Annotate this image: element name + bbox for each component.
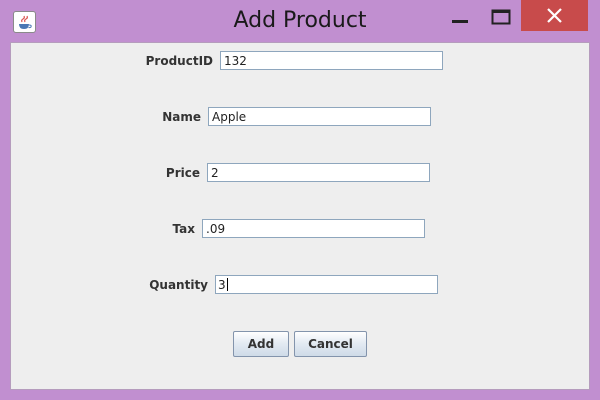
maximize-button[interactable] <box>482 0 520 32</box>
name-field[interactable]: Apple <box>208 107 431 126</box>
tax-field[interactable]: .09 <box>202 219 425 238</box>
close-icon <box>547 8 562 23</box>
name-label: Name <box>162 110 201 124</box>
quantity-value: 3 <box>218 278 226 292</box>
cancel-button[interactable]: Cancel <box>294 331 367 357</box>
productid-field[interactable]: 132 <box>220 51 443 70</box>
quantity-field[interactable]: 3 <box>215 275 438 294</box>
minimize-icon <box>452 20 468 23</box>
form-panel: ProductID 132 Name Apple Price 2 Tax .09… <box>10 42 590 390</box>
add-button[interactable]: Add <box>233 331 289 357</box>
price-field[interactable]: 2 <box>207 163 430 182</box>
close-button[interactable] <box>521 0 588 31</box>
price-label: Price <box>165 166 200 180</box>
quantity-label: Quantity <box>149 278 208 292</box>
minimize-button[interactable] <box>440 0 478 32</box>
add-product-window: Add Product ProductID 132 Name Apple Pri… <box>0 0 600 400</box>
productid-label: ProductID <box>145 54 213 68</box>
maximize-icon <box>491 9 511 25</box>
text-caret <box>226 278 228 291</box>
tax-label: Tax <box>172 222 195 236</box>
title-bar[interactable]: Add Product <box>0 0 600 42</box>
java-icon[interactable] <box>13 11 36 33</box>
